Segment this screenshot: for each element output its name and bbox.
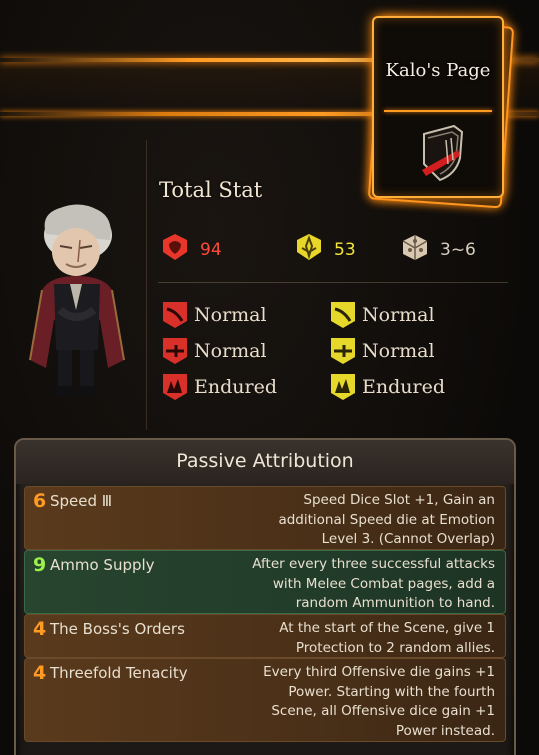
blunt-resist-icon (330, 373, 356, 401)
stagger-value: 53 (334, 239, 356, 260)
passive-row[interactable]: 4 The Boss's Orders At the start of the … (24, 614, 506, 658)
slash-resist-icon (330, 301, 356, 329)
passive-panel-title: Passive Attribution (176, 450, 354, 472)
passive-cost: 6 (33, 490, 47, 512)
pierce-resist-icon (162, 337, 188, 365)
passive-row[interactable]: 9 Ammo Supply After every three successf… (24, 550, 506, 614)
key-page-card[interactable]: Kalo's Page (367, 14, 515, 209)
divider-vertical (146, 140, 147, 430)
hp-pierce-resist: Normal (162, 337, 267, 365)
hp-icon (160, 232, 190, 267)
stagger-blunt-resist: Endured (330, 373, 445, 401)
blunt-resist-icon (162, 373, 188, 401)
total-stat-heading: Total Stat (159, 178, 263, 202)
passive-row[interactable]: 6 Speed Ⅲ Speed Dice Slot +1, Gain an ad… (24, 486, 506, 550)
stagger-slash-resist: Normal (330, 301, 435, 329)
stat-divider (158, 282, 508, 283)
hp-stat: 94 (160, 232, 222, 267)
stagger-pierce-resist: Normal (330, 337, 435, 365)
librarian-detail-screen: Kalo's Page Total Stat 94 53 3~6 Normal … (0, 0, 539, 755)
hp-blunt-resist: Endured (162, 373, 277, 401)
passive-name: Speed Ⅲ (50, 492, 113, 510)
character-portrait (20, 200, 140, 410)
passive-attribution-panel: Passive Attribution 6 Speed Ⅲ Speed Dice… (14, 438, 516, 755)
speed-dice-icon (400, 232, 430, 267)
slash-resist-icon (162, 301, 188, 329)
passive-name: Ammo Supply (50, 556, 155, 574)
passive-cost: 4 (33, 618, 47, 640)
speed-stat: 3~6 (400, 232, 476, 267)
hp-value: 94 (200, 239, 222, 260)
passive-description: Every third Offensive die gains +1 Power… (263, 664, 495, 739)
passive-description: After every three successful attacks wit… (252, 556, 495, 611)
passive-description: Speed Dice Slot +1, Gain an additional S… (278, 492, 495, 547)
stagger-icon (294, 232, 324, 267)
hp-slash-resist: Normal (162, 301, 267, 329)
key-page-emblem-icon (418, 124, 464, 186)
passive-description: At the start of the Scene, give 1 Protec… (279, 620, 495, 656)
pierce-resist-icon (330, 337, 356, 365)
passive-name: The Boss's Orders (50, 620, 185, 638)
stagger-stat: 53 (294, 232, 356, 267)
passive-cost: 4 (33, 662, 47, 684)
passive-cost: 9 (33, 554, 47, 576)
page-title: Kalo's Page (385, 60, 491, 81)
passive-row[interactable]: 4 Threefold Tenacity Every third Offensi… (24, 658, 506, 742)
speed-value: 3~6 (440, 239, 476, 260)
passive-name: Threefold Tenacity (50, 664, 188, 682)
